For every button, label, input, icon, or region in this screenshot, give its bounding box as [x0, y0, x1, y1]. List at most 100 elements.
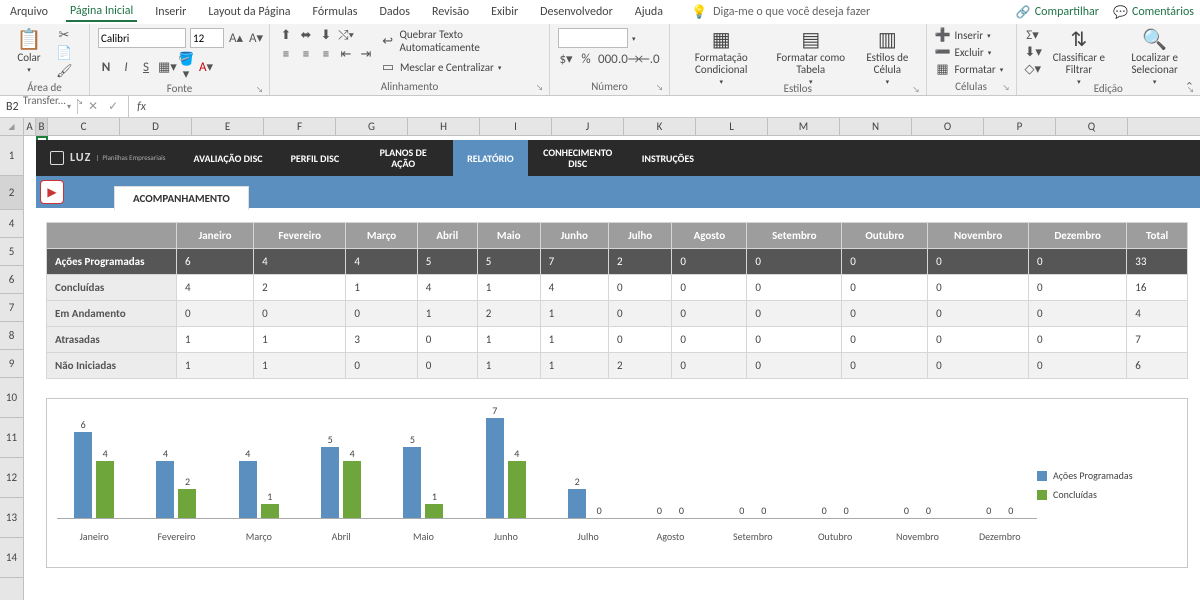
nav-avaliação-disc[interactable]: AVALIAÇÃO DISC	[180, 140, 277, 176]
italic-icon[interactable]: I	[118, 60, 134, 75]
table-cell[interactable]: 0	[842, 249, 928, 275]
menu-exibir[interactable]: Exibir	[487, 3, 522, 21]
table-cell[interactable]: 4	[417, 275, 477, 301]
bar-concluídas[interactable]: 4	[508, 461, 526, 518]
table-cell[interactable]: 5	[477, 249, 540, 275]
table-cell[interactable]: 0	[747, 353, 842, 379]
row-header-7[interactable]: 7	[0, 294, 23, 322]
collapse-ribbon-icon[interactable]: ⌃	[1185, 80, 1194, 93]
align-left-icon[interactable]: ≡	[278, 47, 294, 62]
row-header-1[interactable]: 1	[0, 136, 23, 176]
format-painter-icon[interactable]: 🖌	[56, 64, 72, 79]
fx-label[interactable]: fx	[129, 100, 154, 114]
bar-ações-programadas[interactable]: 2	[568, 489, 586, 518]
row-header-14[interactable]: 14	[0, 538, 23, 578]
table-cell[interactable]: 0	[672, 353, 747, 379]
increase-font-icon[interactable]: A▴	[228, 31, 244, 46]
clear-icon[interactable]: ◇▾	[1025, 62, 1041, 77]
menu-desenvolvedor[interactable]: Desenvolvedor	[536, 3, 617, 21]
bar-ações-programadas[interactable]: 4	[239, 461, 257, 518]
col-header-J[interactable]: J	[552, 118, 624, 135]
row-header-10[interactable]: 10	[0, 378, 23, 418]
table-cell[interactable]: 33	[1127, 249, 1188, 275]
share-button[interactable]: 🔗Compartilhar	[1016, 5, 1099, 20]
row-header-2[interactable]: 2	[0, 176, 23, 210]
formula-input[interactable]	[154, 96, 1200, 117]
nav-instruções[interactable]: INSTRUÇÕES	[628, 140, 708, 176]
table-cell[interactable]: 1	[177, 353, 254, 379]
orientation-icon[interactable]: ⤭▾	[338, 28, 354, 43]
number-format-select[interactable]	[558, 28, 628, 48]
col-header-P[interactable]: P	[984, 118, 1056, 135]
cut-icon[interactable]: ✂	[56, 28, 72, 43]
table-cell[interactable]: 1	[177, 327, 254, 353]
bold-icon[interactable]: N	[98, 60, 114, 75]
col-header-L[interactable]: L	[696, 118, 768, 135]
col-header-A[interactable]: A	[24, 118, 36, 135]
table-cell[interactable]: 0	[672, 249, 747, 275]
currency-icon[interactable]: $▾	[558, 52, 574, 67]
play-button[interactable]: ▶	[40, 180, 64, 204]
table-cell[interactable]: 0	[608, 275, 671, 301]
table-cell[interactable]: 4	[254, 249, 346, 275]
table-cell[interactable]: 0	[928, 275, 1029, 301]
table-cell[interactable]: 0	[608, 327, 671, 353]
table-cell[interactable]: 1	[254, 353, 346, 379]
col-header-E[interactable]: E	[192, 118, 264, 135]
table-cell[interactable]: 0	[747, 301, 842, 327]
align-right-icon[interactable]: ≡	[318, 47, 334, 62]
col-header-F[interactable]: F	[264, 118, 336, 135]
fill-color-icon[interactable]: 🪣▾	[178, 52, 194, 82]
table-cell[interactable]: 1	[477, 275, 540, 301]
find-select-button[interactable]: 🔍Localizar e Selecionar▾	[1117, 28, 1192, 88]
table-cell[interactable]: 0	[417, 327, 477, 353]
nav-relatório[interactable]: RELATÓRIO	[453, 140, 528, 176]
table-cell[interactable]: 1	[417, 301, 477, 327]
table-cell[interactable]: 4	[177, 275, 254, 301]
table-cell[interactable]: 0	[346, 353, 417, 379]
table-cell[interactable]: 6	[1127, 353, 1188, 379]
menu-formulas[interactable]: Fórmulas	[309, 3, 362, 21]
row-header-5[interactable]: 5	[0, 238, 23, 266]
merge-center-button[interactable]: ▭Mesclar e Centralizar▾	[380, 60, 541, 75]
table-cell[interactable]: 0	[747, 275, 842, 301]
row-header-6[interactable]: 6	[0, 266, 23, 294]
menu-arquivo[interactable]: Arquivo	[6, 3, 52, 21]
col-header-D[interactable]: D	[120, 118, 192, 135]
table-cell[interactable]: 0	[346, 301, 417, 327]
col-header-B[interactable]: B	[36, 118, 48, 135]
comma-icon[interactable]: 000	[598, 52, 614, 67]
table-cell[interactable]: 0	[928, 353, 1029, 379]
row-header-12[interactable]: 12	[0, 458, 23, 498]
bar-concluídas[interactable]: 1	[425, 504, 443, 518]
col-header-C[interactable]: C	[48, 118, 120, 135]
increase-decimal-icon[interactable]: .0→	[618, 52, 634, 67]
percent-icon[interactable]: %	[578, 52, 594, 67]
bar-ações-programadas[interactable]: 5	[321, 447, 339, 518]
nav-planos-de-ação[interactable]: PLANOS DE AÇÃO	[353, 140, 453, 176]
row-header-11[interactable]: 11	[0, 418, 23, 458]
col-header-K[interactable]: K	[624, 118, 696, 135]
tell-me-search[interactable]: 💡 Diga-me o que você deseja fazer	[691, 5, 870, 20]
table-cell[interactable]: 1	[540, 301, 608, 327]
table-cell[interactable]: 0	[672, 327, 747, 353]
menu-inserir[interactable]: Inserir	[151, 3, 190, 21]
table-cell[interactable]: 0	[747, 327, 842, 353]
nav-perfil-disc[interactable]: PERFIL DISC	[277, 140, 354, 176]
worksheet-grid[interactable]: LUZ Planilhas Empresariais AVALIAÇÃO DIS…	[24, 136, 1200, 600]
row-header-8[interactable]: 8	[0, 322, 23, 350]
bar-ações-programadas[interactable]: 6	[74, 432, 92, 518]
underline-icon[interactable]: S	[138, 60, 154, 75]
table-cell[interactable]: 7	[540, 249, 608, 275]
col-header-N[interactable]: N	[840, 118, 912, 135]
table-cell[interactable]: 0	[177, 301, 254, 327]
autosum-icon[interactable]: Σ▾	[1025, 28, 1041, 43]
decrease-decimal-icon[interactable]: ←.0	[638, 52, 654, 67]
table-cell[interactable]: 1	[540, 353, 608, 379]
table-cell[interactable]: 16	[1127, 275, 1188, 301]
table-cell[interactable]: 7	[1127, 327, 1188, 353]
fill-icon[interactable]: ⬇▾	[1025, 45, 1041, 60]
table-cell[interactable]: 0	[842, 301, 928, 327]
font-name-select[interactable]	[98, 28, 186, 48]
sort-filter-button[interactable]: ⇅Classificar e Filtrar▾	[1047, 28, 1112, 88]
